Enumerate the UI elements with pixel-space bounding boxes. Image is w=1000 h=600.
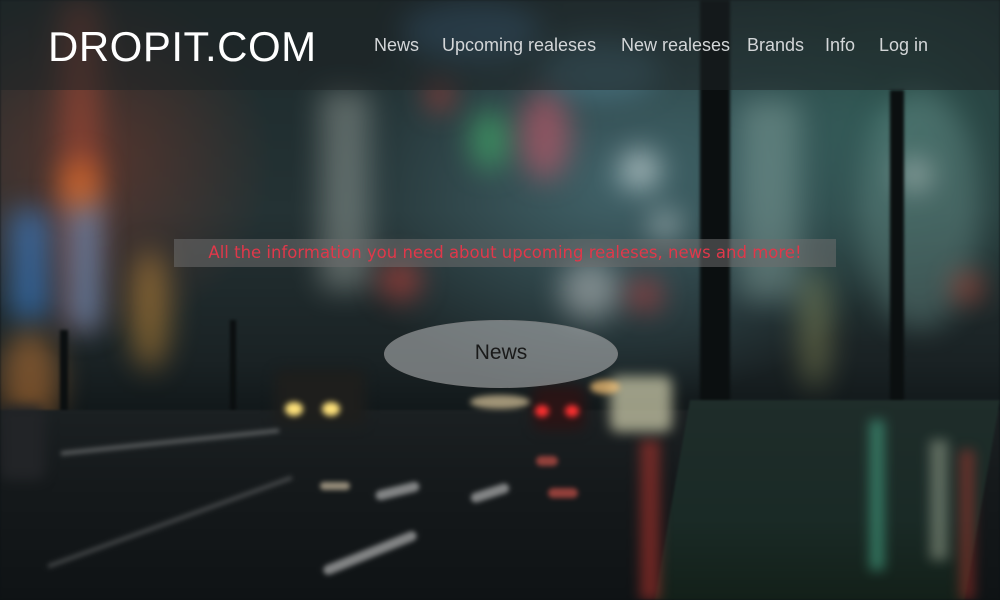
nav-item-new-releases[interactable]: New realeses — [621, 34, 730, 56]
nav-item-upcoming-releases[interactable]: Upcoming realeses — [442, 34, 596, 56]
nav-item-log-in[interactable]: Log in — [879, 34, 928, 56]
news-button-label: News — [474, 341, 528, 364]
page: DROPIT.COM News Upcoming realeses New re… — [0, 0, 1000, 600]
nav-item-brands[interactable]: Brands — [747, 34, 804, 56]
nav-item-info[interactable]: Info — [825, 34, 855, 56]
nav-item-news[interactable]: News — [374, 34, 419, 56]
hero-tagline: All the information you need about upcom… — [174, 239, 836, 267]
header-bar: DROPIT.COM News Upcoming realeses New re… — [0, 0, 1000, 90]
background-image — [0, 0, 1000, 600]
main-nav: News Upcoming realeses New realeses Bran… — [0, 34, 1000, 56]
news-button[interactable]: News — [384, 320, 618, 388]
